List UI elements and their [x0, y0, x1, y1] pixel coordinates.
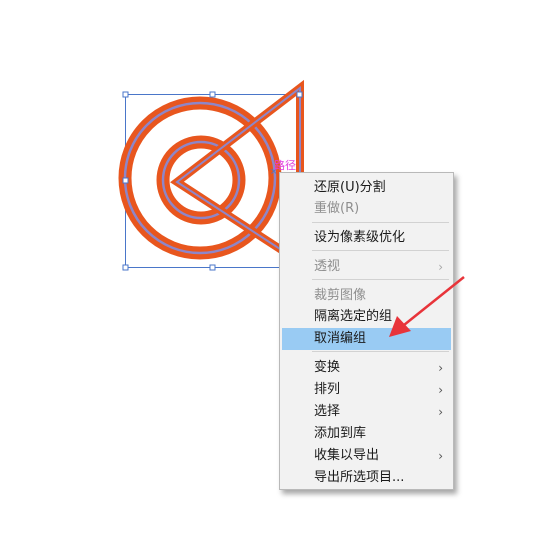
menu-item-label: 设为像素级优化	[314, 230, 406, 245]
menu-item-undo-split[interactable]: 还原(U)分割	[282, 177, 451, 199]
handle-top-middle[interactable]	[209, 91, 216, 98]
menu-item-label: 收集以导出	[314, 448, 380, 463]
menu-item-label: 取消编组	[314, 331, 367, 346]
handle-top-right[interactable]	[296, 91, 303, 98]
menu-item-crop-image[interactable]: 裁剪图像	[282, 285, 451, 307]
menu-item-label: 变换	[314, 360, 341, 375]
menu-item-label: 重做(R)	[314, 201, 360, 216]
menu-item-add-to-library[interactable]: 添加到库	[282, 423, 451, 445]
chevron-right-icon: ›	[438, 361, 443, 375]
menu-item-label: 透视	[314, 259, 341, 274]
menu-item-select[interactable]: 选择 ›	[282, 401, 451, 423]
menu-item-arrange[interactable]: 排列 ›	[282, 379, 451, 401]
chevron-right-icon: ›	[438, 449, 443, 463]
menu-item-transform[interactable]: 变换 ›	[282, 357, 451, 379]
handle-bottom-middle[interactable]	[209, 264, 216, 271]
menu-separator	[312, 279, 449, 280]
artwork-canvas[interactable]: ×	[0, 0, 540, 557]
menu-item-pixel-optimize[interactable]: 设为像素级优化	[282, 227, 451, 249]
menu-item-ungroup[interactable]: 取消编组	[282, 328, 451, 350]
chevron-right-icon: ›	[438, 383, 443, 397]
menu-item-label: 裁剪图像	[314, 288, 367, 303]
menu-item-label: 还原(U)分割	[314, 180, 386, 195]
context-menu[interactable]: 还原(U)分割 重做(R) 设为像素级优化 透视 › 裁剪图像 隔离选定的组 取消编组 变换 › 排…	[279, 172, 454, 490]
menu-separator	[312, 250, 449, 251]
handle-bottom-left[interactable]	[122, 264, 129, 271]
path-hover-label: 路径	[274, 159, 296, 172]
menu-item-label: 隔离选定的组	[314, 309, 393, 324]
menu-item-perspective[interactable]: 透视 ›	[282, 256, 451, 278]
chevron-right-icon: ›	[438, 260, 443, 274]
handle-top-left[interactable]	[122, 91, 129, 98]
menu-item-collect-for-export[interactable]: 收集以导出 ›	[282, 445, 451, 467]
menu-item-export-selection[interactable]: 导出所选项目...	[282, 467, 451, 489]
menu-item-label: 选择	[314, 404, 341, 419]
menu-item-label: 导出所选项目...	[314, 470, 405, 485]
handle-middle-left[interactable]	[122, 177, 129, 184]
chevron-right-icon: ›	[438, 405, 443, 419]
menu-separator	[312, 222, 449, 223]
menu-item-isolate-group[interactable]: 隔离选定的组	[282, 306, 451, 328]
menu-item-label: 添加到库	[314, 426, 367, 441]
menu-separator	[312, 351, 449, 352]
menu-item-redo[interactable]: 重做(R)	[282, 198, 451, 220]
menu-item-label: 排列	[314, 382, 341, 397]
